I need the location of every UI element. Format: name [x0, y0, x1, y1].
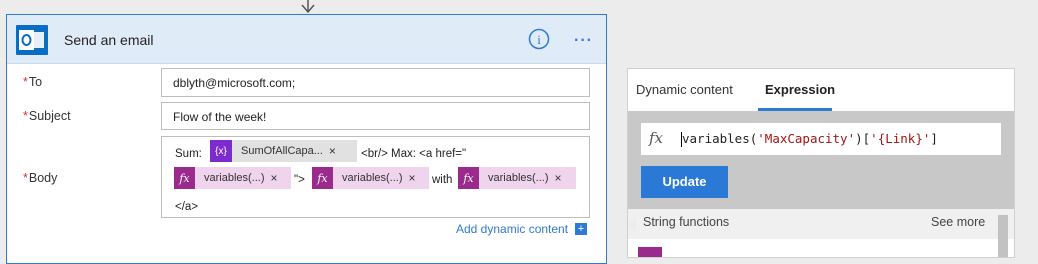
fx-icon: fx — [458, 167, 479, 189]
string-functions-section: String functions See more — [628, 209, 1014, 239]
remove-token-icon[interactable]: × — [409, 171, 421, 185]
fx-icon: fx — [174, 167, 195, 189]
subject-label: *Subject — [23, 109, 71, 123]
remove-token-icon[interactable]: × — [555, 171, 567, 185]
remove-token-icon[interactable]: × — [329, 144, 341, 158]
expression-panel: Dynamic content Expression fx variables(… — [627, 68, 1015, 258]
subject-field[interactable]: Flow of the week! — [161, 102, 590, 130]
see-more-link[interactable]: See more — [931, 215, 985, 229]
body-text-close-a: </a> — [175, 201, 199, 213]
panel-scrollbar[interactable] — [998, 215, 1008, 257]
svg-text:i: i — [537, 32, 541, 47]
body-label: *Body — [23, 171, 58, 185]
panel-tabs: Dynamic content Expression — [628, 69, 1014, 112]
send-email-action-card: Send an email i ··· *To dblyth@microsoft… — [6, 14, 607, 264]
body-text-with: with — [432, 174, 453, 186]
expression-token-2[interactable]: fx variables(...) × — [312, 167, 429, 189]
to-label: *To — [23, 75, 43, 89]
more-options-icon[interactable]: ··· — [574, 32, 593, 50]
body-text-sum: Sum: — [175, 148, 202, 160]
add-dynamic-content-link[interactable]: Add dynamic content — [456, 222, 568, 236]
body-text-quote: "> — [294, 174, 305, 186]
fx-icon: fx — [649, 129, 664, 147]
expression-token-1[interactable]: fx variables(...) × — [174, 167, 291, 189]
info-icon[interactable]: i — [528, 28, 550, 50]
add-plus-icon[interactable]: + — [575, 223, 587, 235]
remove-token-icon[interactable]: × — [271, 171, 283, 185]
tab-expression[interactable]: Expression — [765, 82, 835, 97]
body-field[interactable]: Sum: {x} SumOfAllCapa... × <br/> Max: <a… — [161, 136, 590, 218]
variable-icon: {x} — [210, 140, 232, 162]
outlook-icon — [16, 25, 48, 55]
to-field[interactable]: dblyth@microsoft.com; — [161, 68, 590, 97]
action-header[interactable]: Send an email i ··· — [7, 15, 606, 64]
body-text-br-max: <br/> Max: <a href=" — [361, 148, 467, 160]
expression-input[interactable]: fx variables('MaxCapacity')['{Link}'] — [641, 123, 1001, 155]
action-title[interactable]: Send an email — [64, 32, 154, 48]
panel-pointer — [628, 217, 636, 233]
section-title: String functions — [643, 215, 730, 229]
variable-token-sumofallcapacity[interactable]: {x} SumOfAllCapa... × — [210, 140, 357, 162]
update-button[interactable]: Update — [641, 166, 728, 198]
expression-token-3[interactable]: fx variables(...) × — [458, 167, 576, 189]
tab-dynamic-content[interactable]: Dynamic content — [636, 82, 733, 97]
fx-icon: fx — [312, 167, 333, 189]
expression-editor-area: fx variables('MaxCapacity')['{Link}'] Up… — [628, 111, 1014, 209]
function-item-icon — [638, 247, 662, 257]
expression-text: variables('MaxCapacity')['{Link}'] — [681, 131, 938, 147]
